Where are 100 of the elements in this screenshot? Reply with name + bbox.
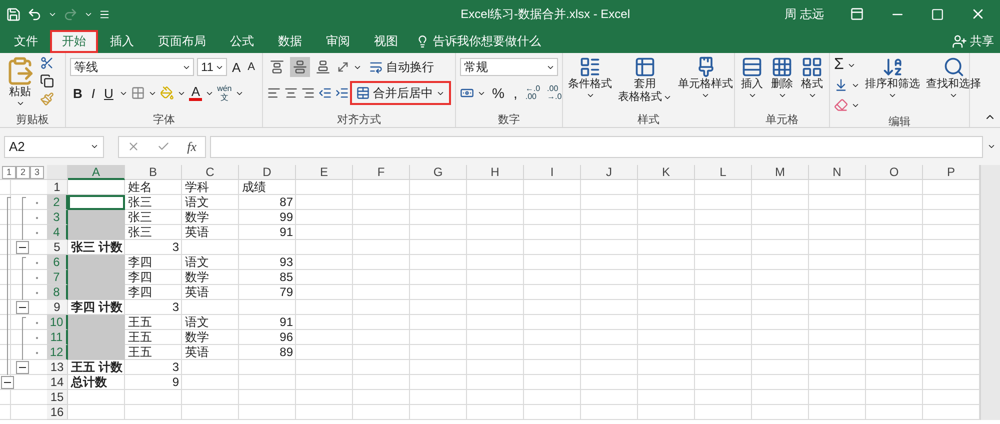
ribbon-button[interactable]: 删除: [770, 56, 794, 112]
ribbon-tab[interactable]: 页面布局: [146, 30, 218, 53]
column-header[interactable]: A: [68, 165, 125, 180]
caret-icon[interactable]: [888, 91, 897, 100]
caret-icon[interactable]: [778, 91, 786, 100]
outline-level-button[interactable]: 3: [30, 166, 44, 178]
shrink-font-button[interactable]: A: [246, 61, 258, 73]
comma-button[interactable]: ,: [510, 85, 520, 101]
column-header[interactable]: B: [125, 165, 182, 180]
collapse-button[interactable]: [1, 376, 14, 389]
row-header[interactable]: 9: [47, 300, 68, 315]
banknote-icon[interactable]: [460, 86, 474, 100]
column-header[interactable]: E: [296, 165, 353, 180]
cancel-icon[interactable]: [127, 140, 140, 153]
row-header[interactable]: 10: [47, 315, 68, 330]
column-header[interactable]: J: [581, 165, 638, 180]
autosum-button[interactable]: Σ: [834, 56, 844, 74]
caret-icon[interactable]: [16, 99, 24, 108]
decrease-indent-icon[interactable]: [318, 86, 332, 100]
column-header[interactable]: I: [524, 165, 581, 180]
increase-decimal-button[interactable]: ←.0 .00: [523, 85, 542, 101]
bold-button[interactable]: B: [70, 86, 86, 100]
font-color-button[interactable]: A: [189, 85, 202, 101]
ribbon-button[interactable]: 条件格式: [567, 56, 613, 112]
ribbon-tab[interactable]: 插入: [98, 30, 146, 53]
save-icon[interactable]: [6, 6, 21, 22]
row-header[interactable]: 6: [47, 255, 68, 270]
column-header[interactable]: H: [467, 165, 524, 180]
underline-button[interactable]: U: [101, 86, 116, 100]
collapse-button[interactable]: [16, 361, 29, 374]
name-box[interactable]: A2: [4, 136, 104, 158]
outline-level-button[interactable]: 2: [16, 166, 30, 178]
column-header[interactable]: F: [353, 165, 410, 180]
ribbon-button[interactable]: 套用 表格格式: [617, 56, 673, 112]
column-header[interactable]: G: [410, 165, 467, 180]
column-header[interactable]: M: [752, 165, 809, 180]
ribbon-tab[interactable]: 开始: [50, 30, 98, 53]
ribbon-button[interactable]: 插入: [740, 56, 764, 112]
column-header[interactable]: D: [239, 165, 296, 180]
ribbon-display-icon[interactable]: [850, 7, 864, 21]
caret-icon[interactable]: [748, 91, 756, 100]
ribbon-button[interactable]: 排序和筛选: [864, 56, 921, 114]
decrease-decimal-button[interactable]: .00 →.0: [545, 85, 564, 101]
column-header[interactable]: O: [866, 165, 923, 180]
merge-center-button[interactable]: 合并后居中: [352, 83, 449, 103]
caret-icon[interactable]: [701, 91, 710, 100]
row-header[interactable]: 11: [47, 330, 68, 345]
ribbon-tab[interactable]: 数据: [266, 30, 314, 53]
vertical-align-button[interactable]: [290, 57, 310, 77]
font-name-field[interactable]: 等线: [70, 58, 194, 76]
column-header[interactable]: K: [638, 165, 695, 180]
row-header[interactable]: 3: [47, 210, 68, 225]
row-header[interactable]: 2: [47, 195, 68, 210]
ribbon-button[interactable]: 查找和选择: [925, 56, 982, 114]
scissors-icon[interactable]: [40, 56, 54, 70]
ribbon-button[interactable]: 单元格样式: [677, 56, 734, 112]
column-header[interactable]: L: [695, 165, 752, 180]
paste-button[interactable]: 粘贴: [4, 56, 36, 112]
caret-icon[interactable]: [586, 91, 594, 100]
maximize-icon[interactable]: [931, 8, 944, 20]
row-header[interactable]: 8: [47, 285, 68, 300]
tell-me-search[interactable]: 告诉我你想要做什么: [410, 30, 541, 53]
caret-icon[interactable]: [987, 142, 996, 151]
grow-font-button[interactable]: A: [230, 60, 243, 74]
align-left-icon[interactable]: [267, 86, 281, 100]
wrap-text-button[interactable]: 自动换行: [365, 57, 438, 77]
row-header[interactable]: 12: [47, 345, 68, 360]
font-size-field[interactable]: 11: [197, 58, 227, 76]
vertical-scrollbar[interactable]: [980, 165, 1000, 420]
row-header[interactable]: 15: [47, 390, 68, 405]
collapse-button[interactable]: [16, 241, 29, 254]
row-header[interactable]: 7: [47, 270, 68, 285]
align-center-icon[interactable]: [284, 86, 298, 100]
copy-icon[interactable]: [40, 74, 54, 88]
ribbon-button[interactable]: 格式: [800, 56, 824, 112]
caret-icon[interactable]: [808, 91, 816, 100]
caret-icon[interactable]: [90, 142, 99, 151]
align-right-icon[interactable]: [301, 86, 315, 100]
row-header[interactable]: 4: [47, 225, 68, 240]
formula-input[interactable]: [210, 136, 983, 158]
ribbon-tab[interactable]: 审阅: [314, 30, 362, 53]
outline-level-button[interactable]: 1: [2, 166, 16, 178]
insert-function-button[interactable]: fx: [187, 138, 197, 154]
row-header[interactable]: 1: [47, 180, 68, 195]
row-header[interactable]: 13: [47, 360, 68, 375]
caret-icon[interactable]: [949, 91, 958, 100]
number-format-field[interactable]: 常规: [460, 58, 558, 76]
diagonal-arrow-icon[interactable]: [336, 60, 350, 74]
increase-indent-icon[interactable]: [335, 86, 349, 100]
undo-icon[interactable]: [27, 6, 42, 22]
ribbon-tab[interactable]: 文件: [2, 30, 50, 53]
ribbon-tab[interactable]: 视图: [362, 30, 410, 53]
caret-icon[interactable]: [663, 93, 672, 102]
share-button[interactable]: 共享: [952, 30, 1000, 53]
phonetic-button[interactable]: wén 文: [217, 84, 232, 102]
row-header[interactable]: 14: [47, 375, 68, 390]
column-header[interactable]: C: [182, 165, 239, 180]
row-header[interactable]: 16: [47, 405, 68, 420]
italic-button[interactable]: I: [88, 86, 98, 100]
fill-icon[interactable]: [834, 78, 848, 92]
